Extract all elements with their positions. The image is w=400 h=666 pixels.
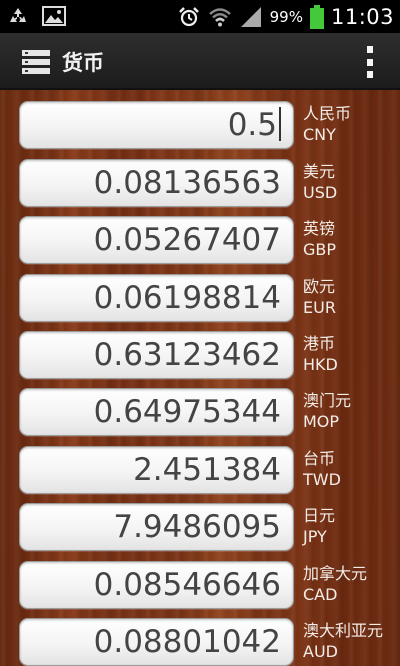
- app-list-icon[interactable]: [22, 50, 50, 75]
- list-item: 0.05267407 英镑 GBP: [0, 216, 400, 266]
- currency-code: GBP: [303, 240, 337, 259]
- battery-icon: [309, 4, 324, 29]
- currency-name: 日元: [303, 506, 336, 525]
- currency-label: 港币 HKD: [303, 333, 338, 375]
- amount-input[interactable]: 0.63123462: [19, 331, 294, 379]
- currency-code: HKD: [303, 355, 338, 374]
- currency-code: CAD: [303, 585, 338, 604]
- amount-input[interactable]: 0.64975344: [19, 388, 294, 436]
- currency-label: 澳门元 MOP: [303, 390, 351, 432]
- currency-name: 澳门元: [303, 391, 352, 410]
- currency-name: 加拿大元: [303, 564, 368, 583]
- currency-code: TWD: [303, 470, 341, 489]
- currency-label: 澳大利亚元 AUD: [303, 620, 383, 662]
- list-item: 0.5 人民币 CNY: [0, 101, 400, 151]
- amount-input[interactable]: 7.9486095: [19, 503, 294, 551]
- currency-name: 澳大利亚元: [303, 621, 384, 640]
- currency-list[interactable]: 0.5 人民币 CNY 0.08136563 美元 USD 0.05267407…: [0, 90, 400, 666]
- list-item: 0.08801042 澳大利亚元 AUD: [0, 618, 400, 666]
- list-item: 0.63123462 港币 HKD: [0, 331, 400, 381]
- amount-input[interactable]: 0.05267407: [19, 216, 294, 264]
- amount-input[interactable]: 0.08801042: [19, 618, 294, 666]
- currency-label: 欧元 EUR: [303, 276, 336, 318]
- currency-code: AUD: [303, 642, 338, 661]
- currency-name: 美元: [303, 162, 336, 181]
- action-bar: 货币: [0, 33, 400, 90]
- list-item: 2.451384 台币 TWD: [0, 446, 400, 496]
- currency-name: 欧元: [303, 277, 336, 296]
- list-item: 7.9486095 日元 JPY: [0, 503, 400, 553]
- list-item: 0.06198814 欧元 EUR: [0, 274, 400, 324]
- currency-label: 加拿大元 CAD: [303, 563, 367, 605]
- currency-label: 人民币 CNY: [303, 103, 351, 145]
- alarm-icon: [178, 6, 199, 26]
- notification-icons: [6, 5, 66, 27]
- overflow-menu-icon[interactable]: [362, 46, 378, 78]
- currency-name: 英镑: [303, 219, 336, 238]
- system-icons: 99% 11:03: [177, 2, 394, 31]
- currency-label: 美元 USD: [303, 161, 337, 203]
- currency-label: 英镑 GBP: [303, 218, 336, 260]
- list-item: 0.08136563 美元 USD: [0, 159, 400, 209]
- amount-input[interactable]: 0.08546646: [19, 561, 294, 609]
- clock: 11:03: [330, 4, 394, 29]
- amount-input[interactable]: 0.5: [19, 101, 294, 149]
- list-item: 0.08546646 加拿大元 CAD: [0, 561, 400, 611]
- wifi-icon: [208, 7, 231, 26]
- currency-code: JPY: [303, 527, 327, 546]
- amount-input[interactable]: 0.06198814: [19, 274, 294, 322]
- currency-name: 台币: [303, 449, 336, 468]
- currency-code: MOP: [303, 412, 340, 431]
- currency-name: 人民币: [303, 104, 352, 123]
- status-bar: 99% 11:03: [0, 0, 400, 33]
- currency-code: CNY: [303, 125, 336, 144]
- page-title: 货币: [62, 51, 104, 75]
- image-icon: [42, 6, 66, 26]
- currency-label: 日元 JPY: [303, 505, 335, 547]
- currency-code: USD: [303, 183, 338, 202]
- amount-input[interactable]: 0.08136563: [19, 159, 294, 207]
- signal-icon: [240, 6, 261, 27]
- currency-name: 港币: [303, 334, 336, 353]
- recycle-icon: [10, 8, 26, 22]
- currency-label: 台币 TWD: [303, 448, 341, 490]
- currency-code: EUR: [303, 298, 336, 317]
- amount-input[interactable]: 2.451384: [19, 446, 294, 494]
- list-item: 0.64975344 澳门元 MOP: [0, 388, 400, 438]
- battery-percent: 99%: [269, 7, 303, 26]
